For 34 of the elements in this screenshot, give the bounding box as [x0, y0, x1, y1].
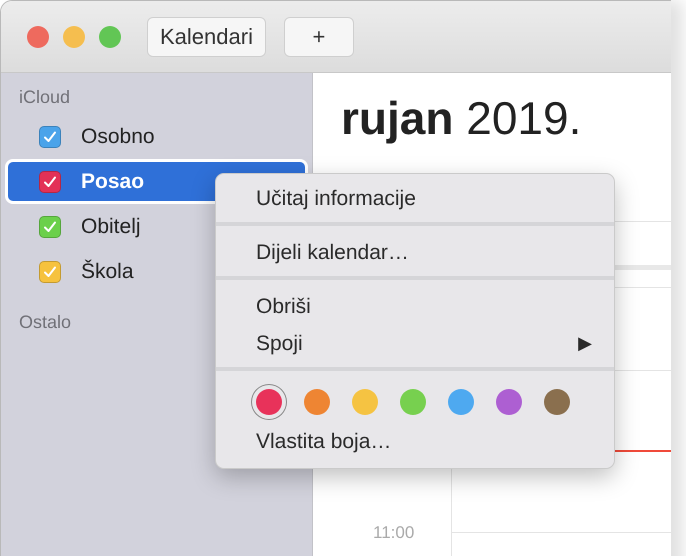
check-icon: [42, 264, 58, 280]
menu-item[interactable]: Vlastita boja…: [216, 423, 614, 460]
calendar-name: Obitelj: [81, 214, 141, 238]
checkbox[interactable]: [39, 216, 61, 238]
zoom-button[interactable]: [99, 26, 121, 48]
checkbox[interactable]: [39, 260, 61, 282]
menu-item[interactable]: Dijeli kalendar…: [216, 234, 614, 271]
checkbox[interactable]: [39, 126, 61, 148]
submenu-arrow: ▶: [578, 333, 592, 354]
calendar-item[interactable]: Osobno: [5, 114, 308, 159]
color-swatch[interactable]: [400, 389, 426, 415]
minimize-button[interactable]: [63, 26, 85, 48]
check-icon: [42, 174, 58, 190]
check-icon: [42, 218, 58, 234]
color-swatch[interactable]: [544, 389, 570, 415]
close-button[interactable]: [27, 26, 49, 48]
group-title: Ostalo: [18, 312, 72, 334]
menu-item[interactable]: Spoji ▶: [216, 325, 614, 362]
color-swatch[interactable]: [496, 389, 522, 415]
check-icon: [42, 128, 58, 144]
group-title: iCloud: [18, 87, 72, 109]
calendar-name: Osobno: [81, 124, 155, 148]
time-label: 11:00: [373, 523, 414, 543]
calendars-button[interactable]: Kalendari: [147, 16, 266, 56]
month-title: rujan 2019.: [341, 91, 582, 145]
checkbox[interactable]: [39, 170, 61, 192]
menu-item[interactable]: Obriši: [216, 288, 614, 325]
color-swatch[interactable]: [448, 389, 474, 415]
calendar-name: Posao: [81, 170, 144, 194]
color-swatch[interactable]: [352, 389, 378, 415]
add-button[interactable]: +: [284, 16, 354, 56]
color-swatch[interactable]: [256, 389, 282, 415]
color-swatch[interactable]: [304, 389, 330, 415]
calendar-name: Škola: [81, 260, 134, 284]
